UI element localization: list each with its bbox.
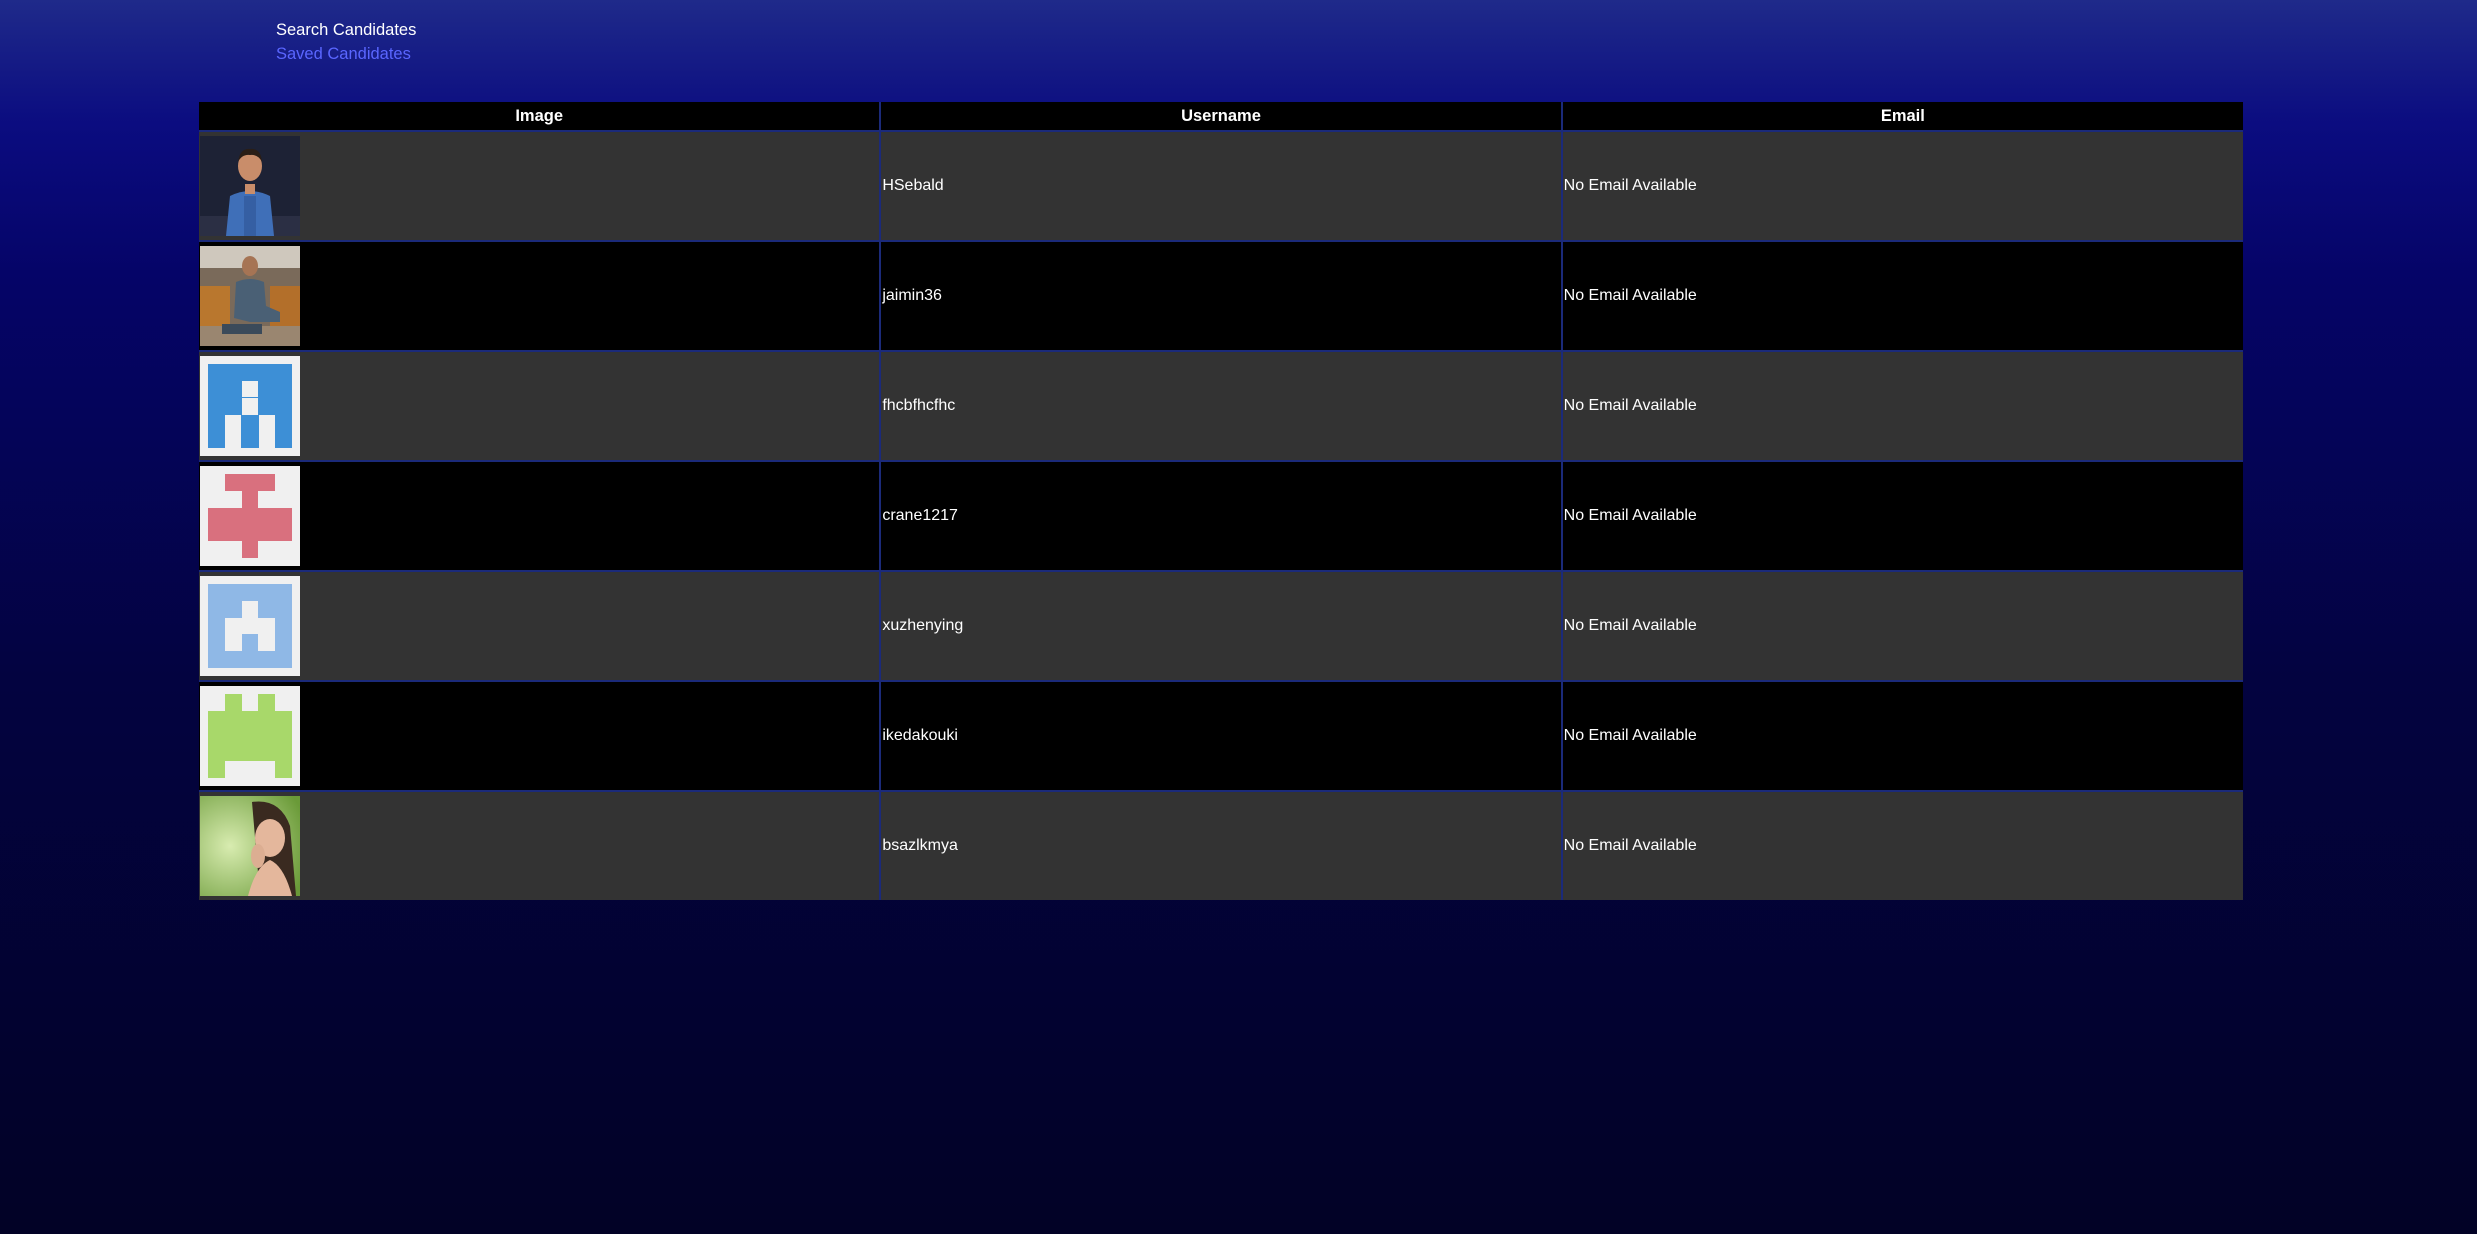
header-image: Image	[199, 102, 882, 131]
email-cell: No Email Available	[1561, 240, 2243, 351]
table-row: fhcbfhcfhc No Email Available	[199, 350, 2243, 461]
email-cell: No Email Available	[1561, 350, 2243, 461]
table-row: crane1217 No Email Available	[199, 460, 2243, 571]
image-cell	[199, 460, 882, 571]
email-text: No Email Available	[1563, 617, 1697, 634]
candidates-table: Image Username Email HSebald No Email Av…	[199, 102, 2243, 900]
username-text: ikedakouki	[882, 727, 958, 744]
table-row: HSebald No Email Available	[199, 130, 2243, 241]
email-text: No Email Available	[1563, 727, 1697, 744]
username-text: fhcbfhcfhc	[882, 397, 956, 414]
avatar	[200, 576, 300, 676]
table-row: jaimin36 No Email Available	[199, 240, 2243, 351]
table-header-row: Image Username Email	[199, 102, 2243, 131]
username-cell: crane1217	[880, 460, 1563, 571]
cartoon-man-avatar-icon	[200, 136, 300, 236]
email-cell: No Email Available	[1561, 130, 2243, 241]
username-cell: fhcbfhcfhc	[880, 350, 1563, 461]
username-text: jaimin36	[882, 287, 942, 304]
email-cell: No Email Available	[1561, 790, 2243, 900]
table-row: bsazlkmya No Email Available	[199, 790, 2243, 900]
username-cell: bsazlkmya	[880, 790, 1563, 900]
email-text: No Email Available	[1563, 177, 1697, 194]
table-row: ikedakouki No Email Available	[199, 680, 2243, 791]
email-text: No Email Available	[1563, 287, 1697, 304]
username-cell: HSebald	[880, 130, 1563, 241]
candidates-table-container: Image Username Email HSebald No Email Av…	[199, 102, 2243, 900]
avatar	[200, 136, 300, 236]
username-cell: jaimin36	[880, 240, 1563, 351]
photo-man-sitting-avatar-icon	[200, 246, 300, 346]
identicon-lightblue-avatar-icon	[200, 576, 300, 676]
email-cell: No Email Available	[1561, 680, 2243, 791]
header-username: Username	[880, 102, 1563, 131]
identicon-pink-avatar-icon	[200, 466, 300, 566]
username-text: bsazlkmya	[882, 837, 958, 854]
avatar	[200, 796, 300, 896]
nav-saved-candidates-link[interactable]: Saved Candidates	[276, 46, 416, 63]
username-cell: ikedakouki	[880, 680, 1563, 791]
image-cell	[199, 790, 882, 900]
email-text: No Email Available	[1563, 397, 1697, 414]
avatar	[200, 466, 300, 566]
nav-search-candidates-link[interactable]: Search Candidates	[276, 22, 416, 39]
header-email: Email	[1561, 102, 2243, 131]
image-cell	[199, 570, 882, 681]
avatar	[200, 686, 300, 786]
image-cell	[199, 350, 882, 461]
avatar	[200, 246, 300, 346]
avatar	[200, 356, 300, 456]
username-text: HSebald	[882, 177, 944, 194]
email-cell: No Email Available	[1561, 460, 2243, 571]
identicon-green-avatar-icon	[200, 686, 300, 786]
table-row: xuzhenying No Email Available	[199, 570, 2243, 681]
email-text: No Email Available	[1563, 837, 1697, 854]
email-cell: No Email Available	[1561, 570, 2243, 681]
photo-woman-avatar-icon	[200, 796, 300, 896]
username-text: crane1217	[882, 507, 958, 524]
email-text: No Email Available	[1563, 507, 1697, 524]
image-cell	[199, 680, 882, 791]
image-cell	[199, 240, 882, 351]
identicon-blue-avatar-icon	[200, 356, 300, 456]
username-cell: xuzhenying	[880, 570, 1563, 681]
top-nav: Search Candidates Saved Candidates	[276, 22, 416, 63]
image-cell	[199, 130, 882, 241]
username-text: xuzhenying	[882, 617, 964, 634]
